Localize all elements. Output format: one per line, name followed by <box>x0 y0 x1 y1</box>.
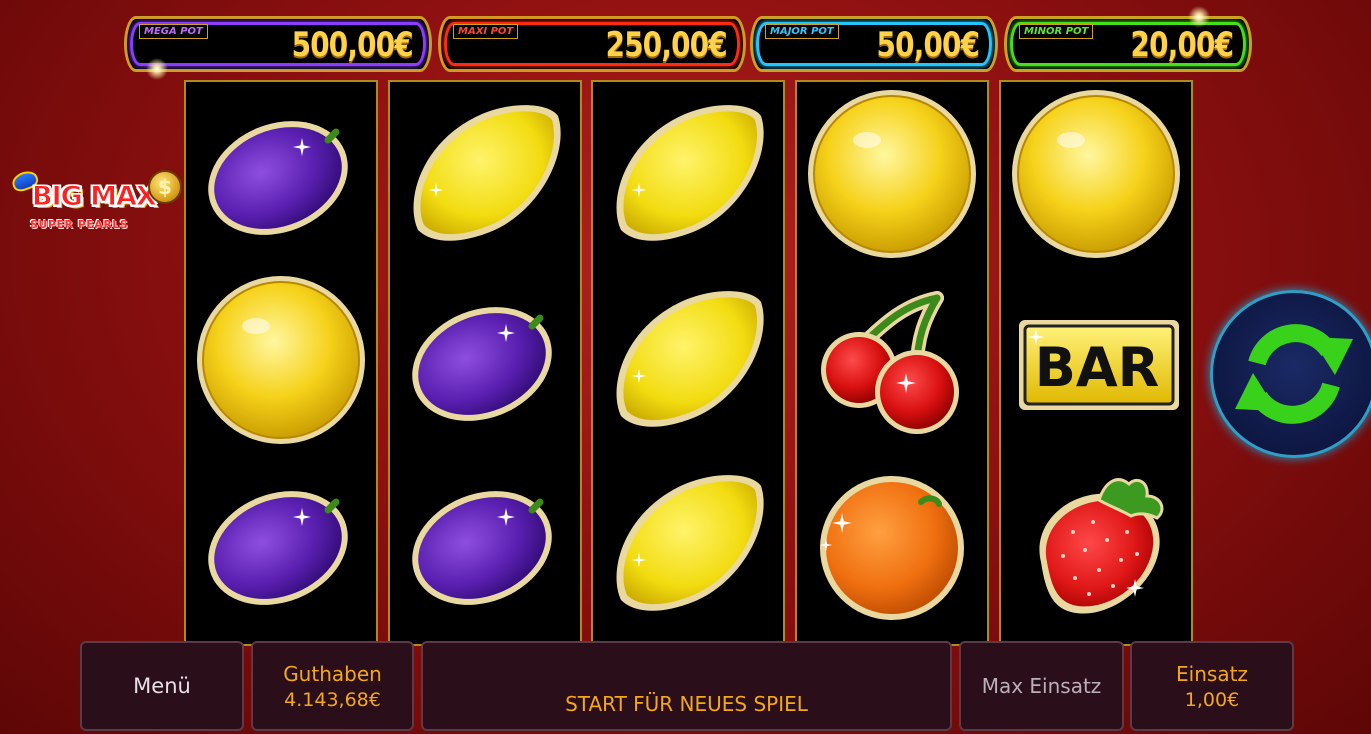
plum-symbol <box>390 268 580 452</box>
logo-subtitle: SUPER PEARLS <box>30 218 129 231</box>
bet-value: 1,00€ <box>1184 689 1240 711</box>
golden-pearl-symbol <box>186 268 376 452</box>
game-logo: BIG MAX $ SUPER PEARLS <box>8 166 184 238</box>
start-button[interactable]: START FÜR NEUES SPIEL <box>421 641 952 731</box>
mega-pot-label: MEGA POT <box>139 24 208 39</box>
orange-symbol <box>797 452 987 636</box>
plum-symbol <box>186 452 376 636</box>
plum-symbol <box>390 452 580 636</box>
max-bet-button-label: Max Einsatz <box>981 674 1102 698</box>
strawberry-symbol <box>1001 452 1191 636</box>
reel-4 <box>795 80 989 646</box>
mega-pot-display: MEGA POT 500,00€ <box>124 16 432 72</box>
maxi-pot-value: 250,00€ <box>605 25 728 65</box>
bet-label: Einsatz <box>1176 662 1248 686</box>
major-pot-value: 50,00€ <box>876 25 979 65</box>
lemon-symbol <box>593 82 783 266</box>
spin-button[interactable] <box>1210 290 1371 458</box>
menu-button-label: Menü <box>133 674 191 698</box>
reel-5: BAR <box>999 80 1193 646</box>
reel-3 <box>591 80 785 646</box>
reel-1 <box>184 80 378 646</box>
max-bet-button[interactable]: Max Einsatz <box>959 641 1124 731</box>
reel-2 <box>388 80 582 646</box>
major-pot-label: MAJOR POT <box>765 24 839 39</box>
sparkle-icon <box>1186 4 1212 30</box>
minor-pot-display: MINOR POT 20,00€ <box>1004 16 1252 72</box>
balance-display: Guthaben 4.143,68€ <box>251 641 414 731</box>
bar-symbol: BAR <box>1001 268 1191 452</box>
balance-value: 4.143,68€ <box>284 689 381 711</box>
lemon-symbol <box>593 452 783 636</box>
lemon-symbol <box>390 82 580 266</box>
bet-selector[interactable]: Einsatz 1,00€ <box>1130 641 1294 731</box>
balance-label: Guthaben <box>283 662 382 686</box>
refresh-icon <box>1235 324 1353 424</box>
start-button-label: START FÜR NEUES SPIEL <box>565 692 808 716</box>
mega-pot-value: 500,00€ <box>291 25 414 65</box>
bar-symbol-text: BAR <box>1035 336 1160 399</box>
logo-title: BIG MAX <box>32 181 158 212</box>
maxi-pot-label: MAXI POT <box>453 24 519 39</box>
golden-pearl-symbol <box>797 82 987 266</box>
coin-icon: $ <box>148 170 182 204</box>
plum-symbol <box>186 82 376 266</box>
lemon-symbol <box>593 268 783 452</box>
cherry-symbol <box>797 268 987 452</box>
golden-pearl-symbol <box>1001 82 1191 266</box>
sparkle-icon <box>144 56 170 82</box>
minor-pot-value: 20,00€ <box>1130 25 1233 65</box>
major-pot-display: MAJOR POT 50,00€ <box>750 16 998 72</box>
minor-pot-label: MINOR POT <box>1019 24 1094 39</box>
maxi-pot-display: MAXI POT 250,00€ <box>438 16 746 72</box>
menu-button[interactable]: Menü <box>80 641 244 731</box>
